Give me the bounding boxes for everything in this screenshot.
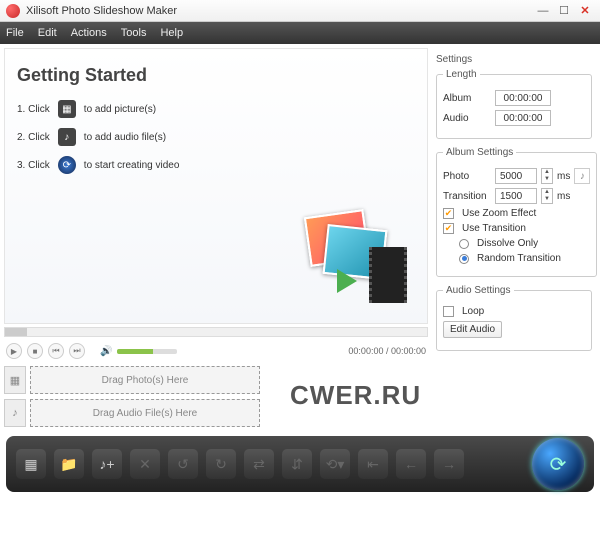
preview-pane: Getting Started 1. Click ▦ to add pictur… [4, 48, 428, 324]
timeline-scrollbar[interactable] [4, 327, 428, 337]
menu-help[interactable]: Help [160, 27, 183, 39]
photo-duration-spinner[interactable]: ▲▼ [541, 168, 553, 184]
transition-duration-unit: ms [557, 191, 570, 202]
photo-duration-label: Photo [443, 171, 491, 182]
dissolve-only-label: Dissolve Only [477, 238, 538, 249]
maximize-button[interactable]: ☐ [555, 4, 573, 18]
step3-suffix: to start creating video [84, 160, 180, 171]
bottom-toolbar: ▦ 📁 ♪+ ✕ ↺ ↻ ⇄ ⇵ ⟲▾ ⇤ ← → ⟳ [6, 436, 594, 492]
rotate-ccw-button[interactable]: ↺ [168, 449, 198, 479]
menu-bar: File Edit Actions Tools Help [0, 22, 600, 44]
sort-button[interactable]: ⇵ [282, 449, 312, 479]
length-group: Length Album 00:00:00 Audio 00:00:00 [436, 69, 592, 139]
home-button[interactable]: ⇤ [358, 449, 388, 479]
audio-settings-legend: Audio Settings [443, 285, 514, 296]
length-legend: Length [443, 69, 480, 80]
create-video-icon: ⟳ [58, 156, 76, 174]
step2-suffix: to add audio file(s) [84, 132, 166, 143]
audio-settings-group: Audio Settings ✔ Loop Edit Audio [436, 285, 592, 351]
loop-label: Loop [462, 306, 484, 317]
settings-panel: Settings Length Album 00:00:00 Audio 00:… [428, 48, 596, 428]
swap-button[interactable]: ⇄ [244, 449, 274, 479]
photos-tab-icon[interactable]: ▦ [4, 366, 26, 394]
step3-prefix: 3. Click [17, 160, 50, 171]
nav-back-button[interactable]: ← [396, 449, 426, 479]
random-transition-label: Random Transition [477, 253, 561, 264]
playback-time: 00:00:00 / 00:00:00 [348, 346, 426, 356]
album-length-label: Album [443, 93, 491, 104]
menu-edit[interactable]: Edit [38, 27, 57, 39]
nav-forward-button[interactable]: → [434, 449, 464, 479]
volume-icon: 🔊 [100, 346, 112, 357]
title-bar: Xilisoft Photo Slideshow Maker — ☐ ✕ [0, 0, 600, 22]
music-note-icon[interactable]: ♪ [574, 168, 590, 184]
add-music-button[interactable]: ♪+ [92, 449, 122, 479]
dissolve-only-radio[interactable] [459, 239, 469, 249]
playback-controls: ▶ ■ ⏮ ⏭ 🔊 00:00:00 / 00:00:00 [4, 340, 428, 362]
add-audio-icon: ♪ [58, 128, 76, 146]
add-picture-icon: ▦ [58, 100, 76, 118]
close-button[interactable]: ✕ [576, 4, 594, 18]
step2-prefix: 2. Click [17, 132, 50, 143]
use-transition-checkbox[interactable]: ✔ [443, 223, 454, 234]
add-image-button[interactable]: ▦ [16, 449, 46, 479]
menu-tools[interactable]: Tools [121, 27, 147, 39]
loop-checkbox[interactable]: ✔ [443, 306, 454, 317]
photo-duration-unit: ms [557, 171, 570, 182]
random-transition-radio[interactable] [459, 254, 469, 264]
album-settings-group: Album Settings Photo 5000 ▲▼ ms ♪ Transi… [436, 147, 597, 277]
album-settings-legend: Album Settings [443, 147, 516, 158]
play-button[interactable]: ▶ [6, 343, 22, 359]
audio-length-label: Audio [443, 113, 491, 124]
transition-duration-spinner[interactable]: ▲▼ [541, 188, 553, 204]
volume-slider[interactable] [117, 349, 177, 354]
rotate-cw-button[interactable]: ↻ [206, 449, 236, 479]
decorative-graphic [297, 213, 407, 303]
audio-length-value: 00:00:00 [495, 110, 551, 126]
reload-button[interactable]: ⟲▾ [320, 449, 350, 479]
edit-audio-button[interactable]: Edit Audio [443, 321, 502, 338]
app-logo-icon [6, 4, 20, 18]
transition-duration-label: Transition [443, 191, 491, 202]
drop-audio-zone[interactable]: Drag Audio File(s) Here [30, 399, 260, 427]
audio-tab-icon[interactable]: ♪ [4, 399, 26, 427]
getting-started-heading: Getting Started [17, 65, 415, 86]
photo-duration-input[interactable]: 5000 [495, 168, 537, 184]
drop-photos-zone[interactable]: Drag Photo(s) Here [30, 366, 260, 394]
transition-duration-input[interactable]: 1500 [495, 188, 537, 204]
window-title: Xilisoft Photo Slideshow Maker [26, 5, 531, 17]
stop-button[interactable]: ■ [27, 343, 43, 359]
minimize-button[interactable]: — [534, 4, 552, 18]
menu-actions[interactable]: Actions [71, 27, 107, 39]
create-video-button[interactable]: ⟳ [532, 438, 584, 490]
settings-title: Settings [436, 54, 592, 65]
menu-file[interactable]: File [6, 27, 24, 39]
step1-suffix: to add picture(s) [84, 104, 156, 115]
use-zoom-checkbox[interactable]: ✔ [443, 208, 454, 219]
next-button[interactable]: ⏭ [69, 343, 85, 359]
delete-button[interactable]: ✕ [130, 449, 160, 479]
prev-button[interactable]: ⏮ [48, 343, 64, 359]
step1-prefix: 1. Click [17, 104, 50, 115]
use-zoom-label: Use Zoom Effect [462, 208, 536, 219]
album-length-value: 00:00:00 [495, 90, 551, 106]
use-transition-label: Use Transition [462, 223, 526, 234]
add-folder-button[interactable]: 📁 [54, 449, 84, 479]
